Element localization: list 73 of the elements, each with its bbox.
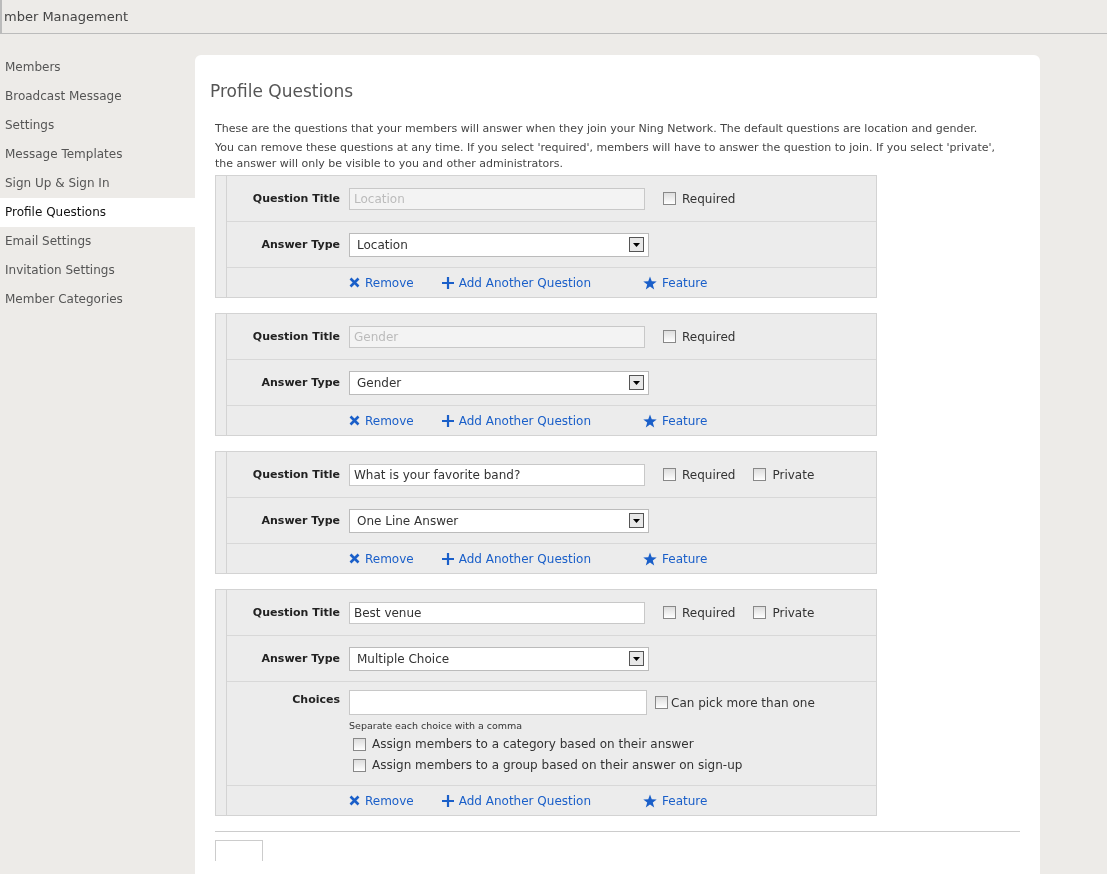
sidebar-item[interactable]: Profile Questions [0,198,195,227]
answer-type-dropdown[interactable]: One Line Answer [349,508,649,533]
field-label: Answer Type [260,238,341,251]
checkbox-label: Assign members to a category based on their answer [372,737,694,751]
action-link[interactable]: Remove [349,551,414,566]
action-link[interactable]: Remove [349,793,414,808]
action-link[interactable]: Add Another Question [441,413,592,428]
checkbox-label: Required [682,605,736,620]
action-link[interactable]: Feature [643,275,708,290]
page-title: Profile Questions [210,81,355,101]
action-link[interactable]: Feature [643,793,708,808]
sidebar-item[interactable]: Message Templates [0,140,195,169]
action-link[interactable]: Add Another Question [441,275,592,290]
checkbox[interactable] [655,696,668,709]
checkbox-label: Assign members to a group based on their answer on sign-up [372,758,743,772]
checkbox[interactable] [353,758,366,772]
button-edge [215,840,263,861]
sidebar-item[interactable]: Broadcast Message [0,82,195,111]
answer-type-dropdown[interactable]: Multiple Choice [349,646,649,671]
sidebar-item[interactable]: Sign Up & Sign In [0,169,195,198]
field-label: Answer Type [260,376,341,389]
checkbox[interactable] [353,737,366,751]
question-title-field[interactable]: What is your favorite band? [349,463,645,486]
close-icon [349,795,360,806]
field-label: Question Title [251,468,341,481]
sidebar-item[interactable]: Members [0,53,195,82]
checkbox[interactable] [753,606,767,619]
star-icon [643,413,658,428]
checkbox-label: Required [682,329,736,344]
field-label: Question Title [251,606,341,619]
close-icon [349,415,360,426]
action-link[interactable]: Remove [349,275,414,290]
field-label: Answer Type [260,514,341,527]
checkbox-label: Required [682,467,736,482]
answer-type-dropdown[interactable]: Gender [349,370,649,395]
checkbox[interactable] [753,468,767,481]
action-link[interactable]: Feature [643,551,708,566]
checkbox-label: Private [772,467,815,482]
checkbox-label: Can pick more than one [671,695,815,710]
star-icon [643,793,658,808]
checkbox[interactable] [663,192,676,205]
question-title-field[interactable]: Best venue [349,601,645,624]
action-link[interactable]: Feature [643,413,708,428]
plus-icon [441,276,454,289]
page-header-title: mber Management [3,9,129,24]
checkbox[interactable] [663,330,676,343]
field-label: Answer Type [260,652,341,665]
answer-type-dropdown[interactable]: Location [349,232,649,257]
sidebar-item[interactable]: Email Settings [0,227,195,256]
checkbox[interactable] [663,468,676,481]
action-link[interactable]: Add Another Question [441,551,592,566]
field-label: Choices [291,692,341,706]
checkbox[interactable] [663,606,676,619]
checkbox-label: Private [772,605,815,620]
action-link[interactable]: Add Another Question [441,793,592,808]
sidebar-item[interactable]: Settings [0,111,195,140]
field-label: Question Title [251,192,341,205]
star-icon [643,275,658,290]
sidebar-item[interactable]: Invitation Settings [0,256,195,285]
close-icon [349,277,360,288]
choices-field[interactable] [349,690,647,715]
action-link[interactable]: Remove [349,413,414,428]
intro-text: You can remove these questions at any time. If you select 'required', members will have to answer the question to join. If you select 'private', the answer will only be visible to you and other administrators. [215,140,995,172]
star-icon [643,551,658,566]
plus-icon [441,414,454,427]
intro-text: These are the questions that your members will answer when they join your Ning Network. The default questions are location and gender. [215,121,979,137]
field-label: Question Title [251,330,341,343]
plus-icon [441,552,454,565]
checkbox-label: Required [682,191,736,206]
plus-icon [441,794,454,807]
sidebar-item[interactable]: Member Categories [0,285,195,314]
close-icon [349,553,360,564]
hint-text: Separate each choice with a comma [349,720,524,731]
